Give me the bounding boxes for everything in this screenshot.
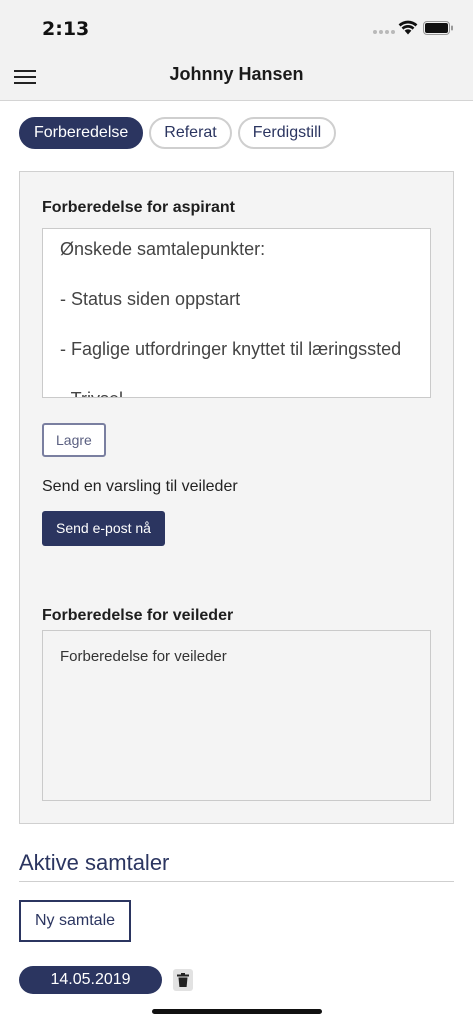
page-title: Johnny Hansen [169,64,304,84]
status-time: 2:13 [42,18,90,40]
save-button[interactable]: Lagre [42,423,106,457]
veileder-heading: Forberedelse for veileder [42,607,234,624]
aspirant-line: - Faglige utfordringer knyttet til lærin… [60,339,402,359]
app-header: Johnny Hansen [0,50,473,101]
session-date-button[interactable]: 14.05.2019 [19,966,162,994]
aspirant-line: - Status siden oppstart [60,289,241,309]
tab-forberedelse[interactable]: Forberedelse [19,117,144,149]
aspirant-line: Ønskede samtalepunkter: [60,239,266,259]
divider [19,881,454,882]
trash-icon [177,973,189,987]
delete-session-button[interactable] [173,969,193,991]
tab-bar: Forberedelse Referat Ferdigstill [19,117,337,149]
aspirant-textarea[interactable]: Ønskede samtalepunkter: - Status siden o… [42,228,431,398]
wifi-icon [398,20,418,35]
battery-icon [423,21,453,35]
new-session-button[interactable]: Ny samtale [19,900,132,942]
status-bar: 2:13 [0,0,473,50]
notify-text: Send en varsling til veileder [42,478,238,495]
send-email-button[interactable]: Send e-post nå [42,511,165,546]
aspirant-heading: Forberedelse for aspirant [42,199,235,216]
tab-ferdigstill[interactable]: Ferdigstill [237,117,337,149]
active-sessions-title: Aktive samtaler [19,850,170,875]
preparation-panel: Forberedelse for aspirant Ønskede samtal… [19,171,454,824]
signal-dots-icon [373,30,395,34]
tab-referat[interactable]: Referat [149,117,232,149]
veileder-placeholder: Forberedelse for veileder [60,648,227,665]
aspirant-line: - Trivsel [60,389,123,397]
home-indicator [152,1009,322,1014]
veileder-textarea[interactable]: Forberedelse for veileder [42,630,431,801]
